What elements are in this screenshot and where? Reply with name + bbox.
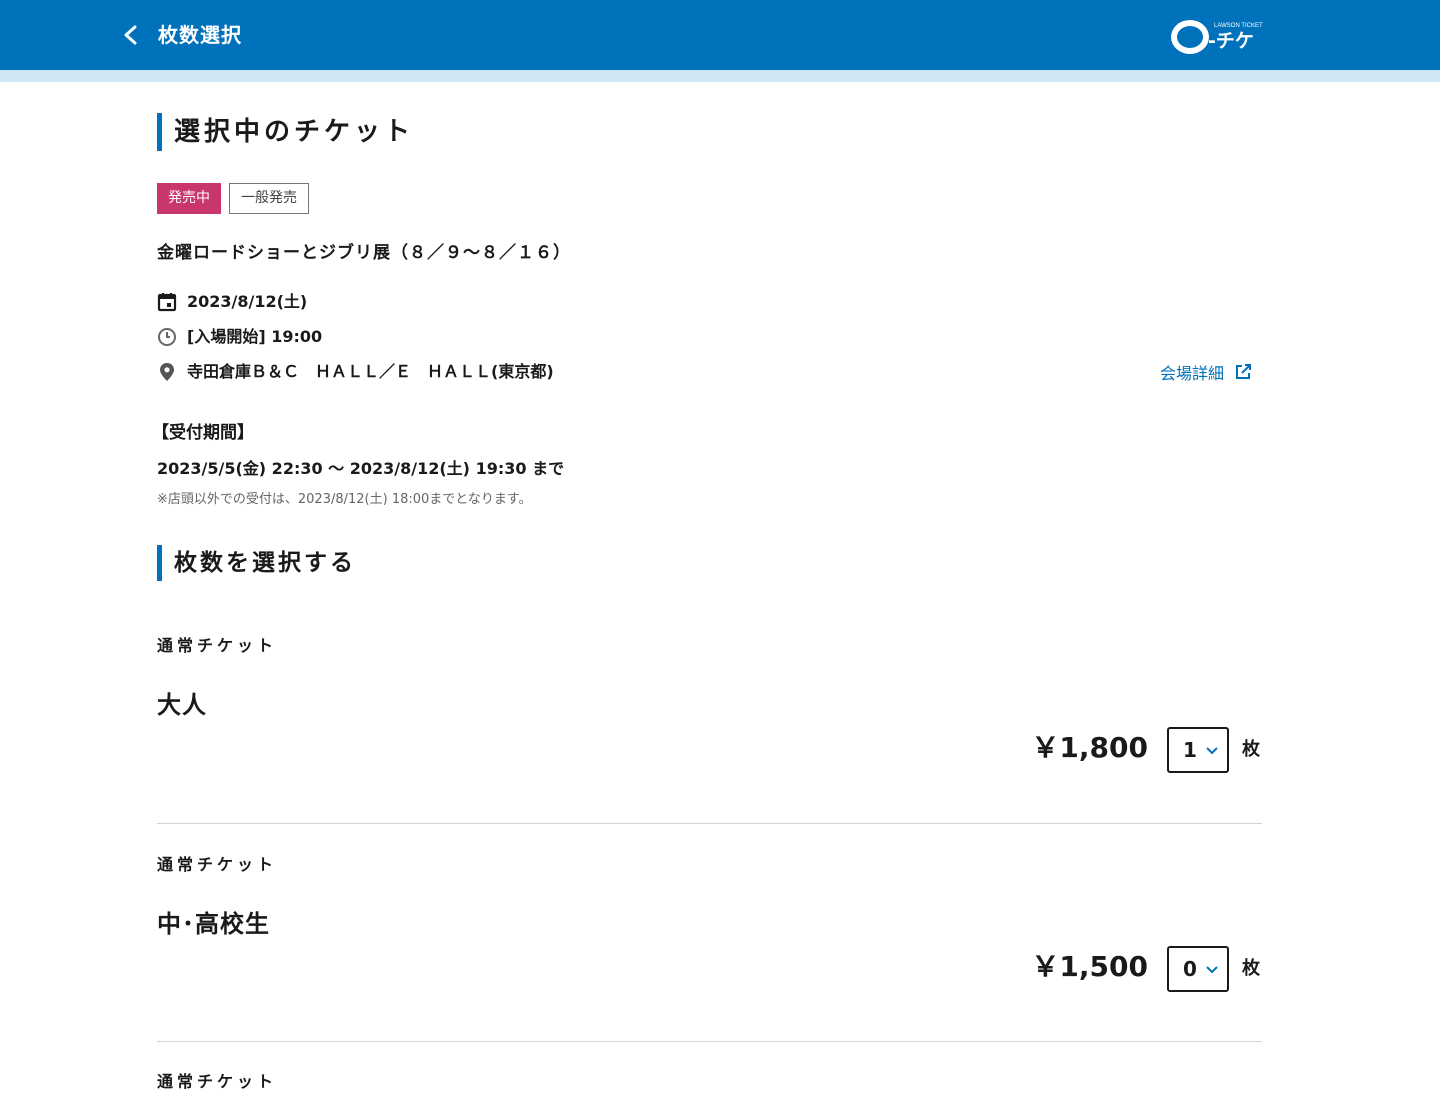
back-button[interactable] xyxy=(118,20,144,50)
section-heading-quantity: 枚数を選択する xyxy=(157,545,356,581)
reception-period-note: ※店頭以外での受付は、2023/8/12(土) 18:00までとなります。 xyxy=(157,492,532,507)
quantity-select-student[interactable]: 0 xyxy=(1167,946,1229,992)
event-time-row: [入場開始] 19:00 xyxy=(157,324,322,350)
ticket-price-adult: ￥1,800 xyxy=(1031,731,1148,764)
venue-detail-label: 会場詳細 xyxy=(1160,364,1225,383)
quantity-select-adult[interactable]: 1 xyxy=(1167,727,1229,773)
chevron-left-icon xyxy=(124,25,137,45)
logo-small-text: LAWSON TICKET xyxy=(1214,23,1263,29)
event-venue-row: 寺田倉庫Ｂ＆Ｃ ＨＡＬＬ／Ｅ ＨＡＬＬ(東京都) xyxy=(157,359,554,385)
event-date: 2023/8/12(土) xyxy=(187,292,308,311)
section-heading-selected: 選択中のチケット xyxy=(157,113,414,151)
event-venue: 寺田倉庫Ｂ＆Ｃ ＨＡＬＬ／Ｅ ＨＡＬＬ(東京都) xyxy=(187,362,554,381)
lawson-ticket-logo[interactable]: LAWSON TICKET -チケ xyxy=(1168,16,1264,56)
quantity-value-adult: 1 xyxy=(1183,738,1197,762)
clock-icon xyxy=(158,328,176,346)
ticket-kind: 通常チケット xyxy=(157,855,278,874)
ticket-price-student: ￥1,500 xyxy=(1031,950,1148,983)
logo-ring xyxy=(1171,20,1209,54)
event-title: 金曜ロードショーとジブリ展（８／９～８／１６） xyxy=(157,243,571,263)
external-link-icon xyxy=(1236,364,1252,379)
event-time: [入場開始] 19:00 xyxy=(187,327,323,346)
ticket-name-adult: 大人 xyxy=(157,691,207,719)
event-date-row: 2023/8/12(土) xyxy=(157,289,307,315)
page-title: 枚数選択 xyxy=(158,23,242,47)
logo-kana-text: -チケ xyxy=(1208,30,1254,52)
quantity-value-student: 0 xyxy=(1183,957,1197,981)
ticket-name-student: 中･高校生 xyxy=(157,910,270,938)
quantity-unit: 枚 xyxy=(1242,958,1260,979)
chevron-down-icon xyxy=(1206,966,1218,974)
calendar-icon xyxy=(157,293,177,312)
ticket-kind: 通常チケット xyxy=(157,636,278,655)
venue-detail-link[interactable]: 会場詳細 xyxy=(1160,359,1252,385)
reception-period: 2023/5/5(金) 22:30 ～ 2023/8/12(土) 19:30 ま… xyxy=(157,459,565,478)
ticket-divider xyxy=(157,823,1262,824)
status-badge-onsale: 発売中 xyxy=(157,183,221,214)
app-header: 枚数選択 LAWSON TICKET -チケ xyxy=(0,0,1440,70)
location-pin-icon xyxy=(160,363,174,381)
ticket-divider xyxy=(157,1041,1262,1042)
chevron-down-icon xyxy=(1206,747,1218,755)
reception-period-label: 【受付期間】 xyxy=(152,423,254,443)
sale-type-badge: 一般発売 xyxy=(229,183,309,214)
quantity-unit: 枚 xyxy=(1242,739,1260,760)
ticket-kind: 通常チケット xyxy=(157,1072,278,1091)
header-band xyxy=(0,70,1440,82)
